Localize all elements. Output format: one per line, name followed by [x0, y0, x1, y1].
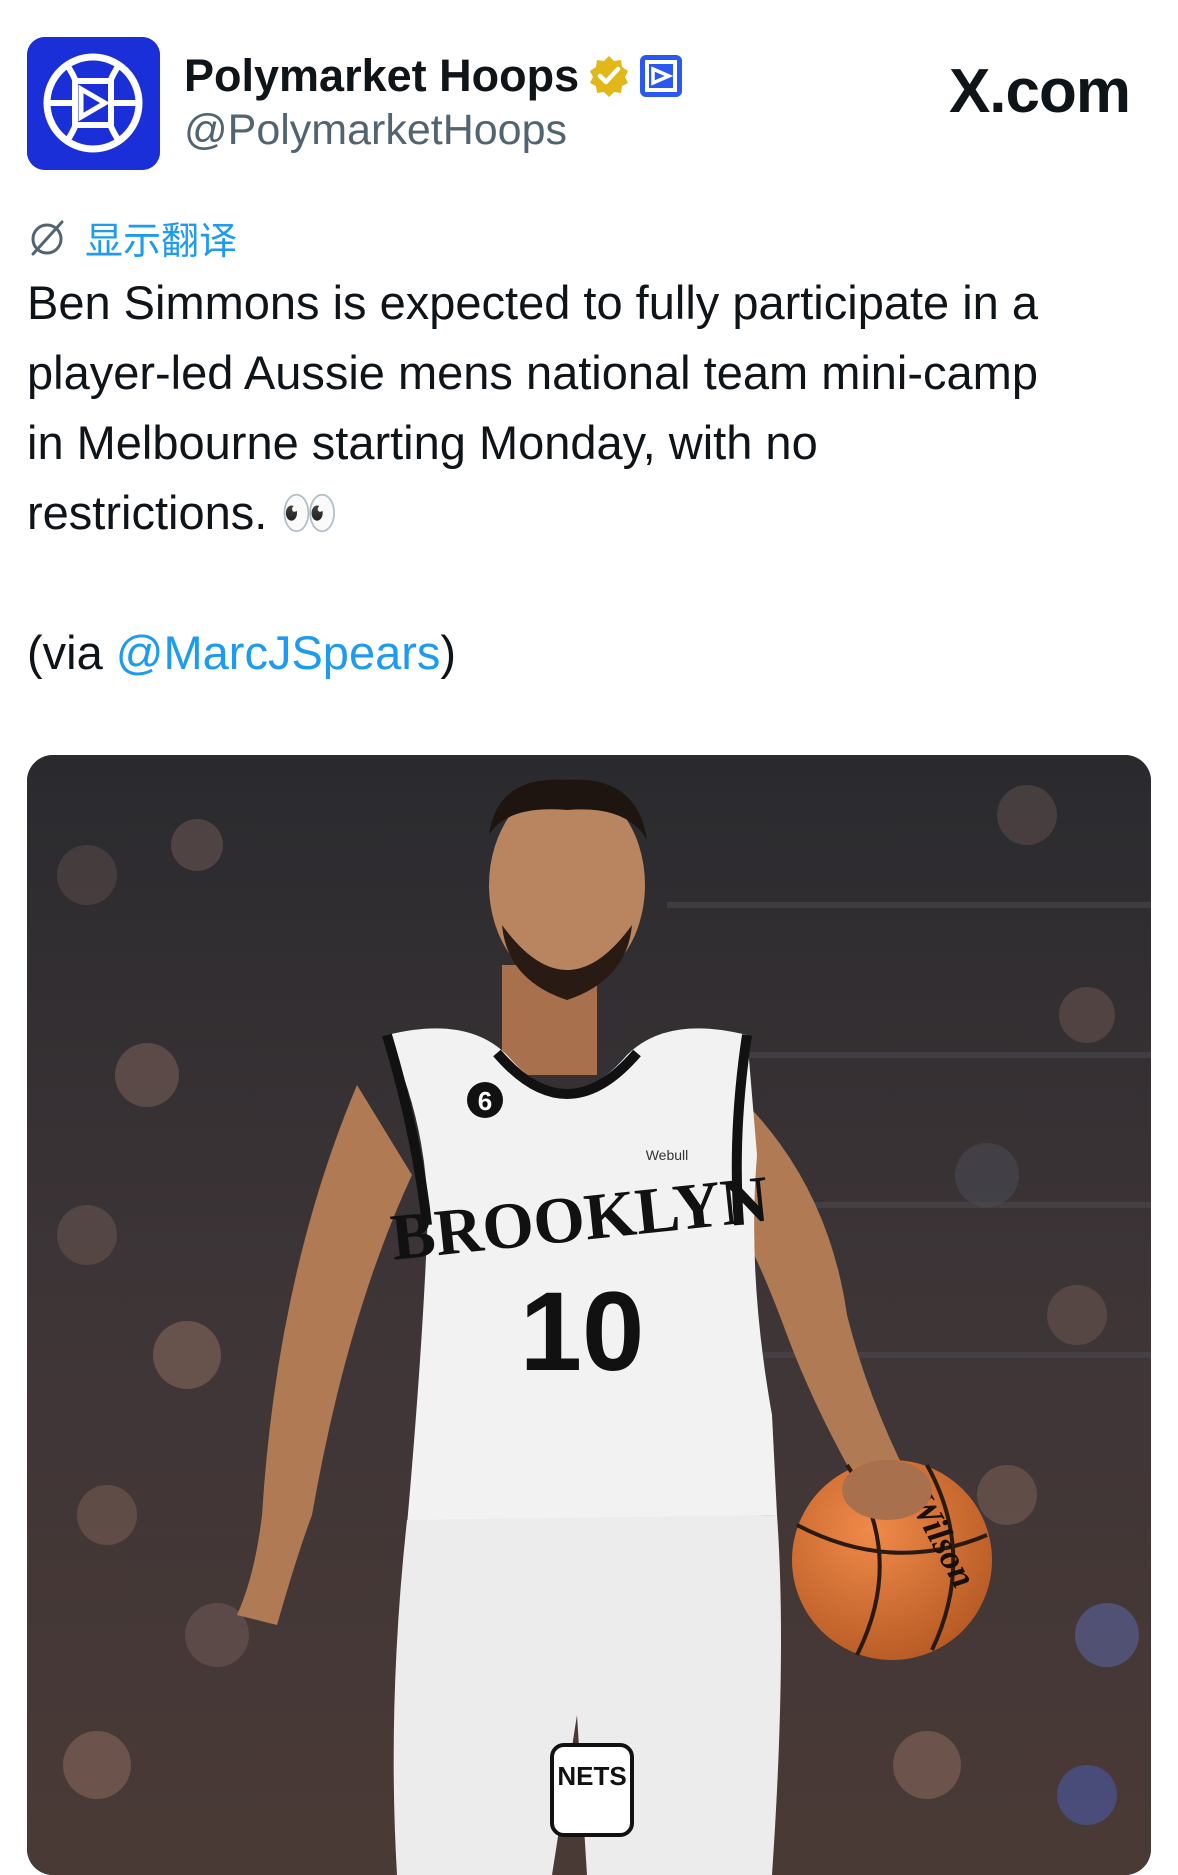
avatar[interactable]: [27, 37, 160, 170]
show-translation-button[interactable]: 显示翻译: [27, 210, 237, 265]
verified-gold-icon[interactable]: [587, 54, 631, 98]
show-translation-label: 显示翻译: [85, 221, 238, 263]
globe-slash-icon: [31, 220, 64, 255]
handle[interactable]: @PolymarketHoops: [184, 106, 567, 155]
basketball-player-photo: BROOKLYN 10 6 Webull NETS Wilson: [27, 755, 1151, 1875]
tweet-line: in Melbourne starting Monday, with no: [27, 416, 818, 469]
shorts-logo-text: NETS: [557, 1761, 626, 1791]
tweet-text: Ben Simmons is expected to fully partici…: [27, 268, 1157, 688]
tweet-line: restrictions. 👀: [27, 486, 339, 539]
mention-link[interactable]: @MarcJSpears: [116, 626, 441, 679]
via-prefix: (via: [27, 626, 116, 679]
polymarket-hoops-logo: [27, 37, 160, 170]
tweet-line: Ben Simmons is expected to fully partici…: [27, 276, 1039, 329]
via-line: (via @MarcJSpears): [27, 618, 1157, 688]
via-suffix: ): [440, 626, 457, 679]
jersey-patch-number: 6: [478, 1086, 492, 1116]
tweet-media-photo[interactable]: BROOKLYN 10 6 Webull NETS Wilson: [27, 755, 1151, 1875]
display-name[interactable]: Polymarket Hoops: [184, 50, 579, 102]
polymarket-affiliate-icon[interactable]: [639, 54, 683, 98]
tweet-line: player-led Aussie mens national team min…: [27, 346, 1038, 399]
x-brand-label: X.com: [948, 57, 1131, 126]
jersey-sponsor-text: Webull: [646, 1147, 689, 1163]
display-name-row: Polymarket Hoops: [184, 50, 683, 102]
jersey-number-text: 10: [520, 1269, 645, 1394]
